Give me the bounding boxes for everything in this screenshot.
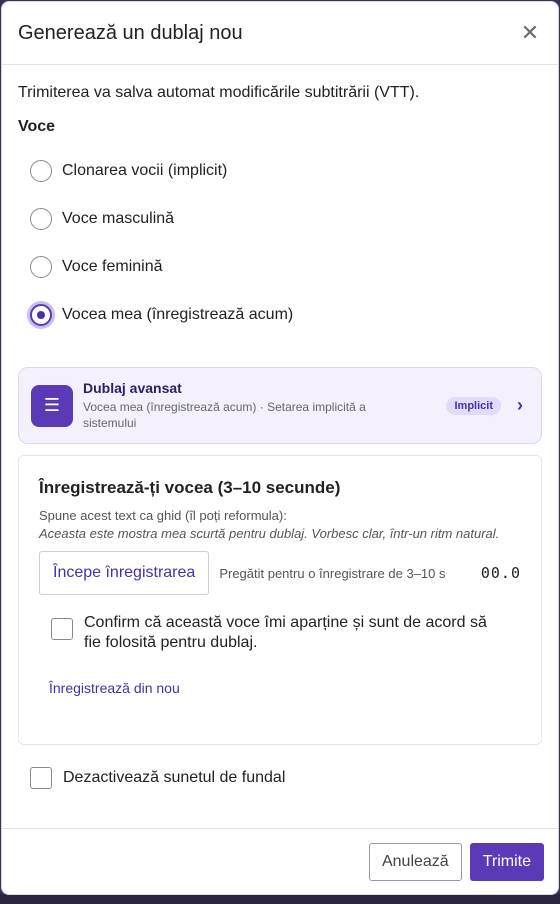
submit-button[interactable]: Trimite (469, 842, 544, 881)
cancel-button[interactable]: Anulează (368, 842, 462, 881)
dialog-footer: Anulează Trimite (2, 828, 558, 894)
consent-checkbox[interactable] (51, 618, 73, 640)
radio-label: Voce feminină (62, 258, 163, 275)
disable-background-checkbox[interactable] (30, 767, 52, 789)
guide-text: Aceasta este mostra mea scurtă pentru du… (39, 526, 500, 541)
consent-label: Confirm că această voce îmi aparține și … (84, 614, 487, 651)
voice-option-clone[interactable]: Clonarea vocii (implicit) (18, 147, 542, 195)
recording-timer: 00.0 (480, 564, 521, 582)
close-icon[interactable]: ✕ (518, 21, 542, 45)
record-voice-panel: Înregistrează-ți vocea (3–10 secunde) Sp… (18, 455, 542, 745)
record-title: Înregistrează-ți vocea (3–10 secunde) (39, 478, 341, 497)
consent-row: Confirm că această voce îmi aparține și … (39, 613, 521, 653)
info-text: Trimiterea va salva automat modificările… (18, 84, 420, 101)
radio-label: Clonarea vocii (implicit) (62, 162, 228, 179)
dialog-body: Trimiterea va salva automat modificările… (2, 84, 558, 789)
voice-heading: Voce (18, 118, 56, 135)
voice-option-female[interactable]: Voce feminină (18, 243, 542, 291)
radio-button-selected[interactable] (30, 304, 52, 326)
start-recording-button[interactable]: Începe înregistrarea (39, 551, 210, 595)
chevron-right-icon: › (517, 395, 523, 415)
generate-dub-dialog: Generează un dublaj nou ✕ Trimiterea va … (1, 1, 559, 895)
radio-button[interactable] (30, 208, 52, 230)
voice-radio-group: Clonarea vocii (implicit) Voce masculină… (18, 147, 542, 339)
dialog-header: Generează un dublaj nou ✕ (2, 2, 558, 65)
advanced-title: Dublaj avansat (83, 380, 182, 396)
dialog-title: Generează un dublaj nou (18, 21, 243, 44)
default-badge: Implicit (446, 396, 501, 415)
disable-background-row: Dezactivează sunetul de fundal (18, 767, 542, 789)
voice-option-my-voice[interactable]: Vocea mea (înregistrează acum) (18, 291, 542, 339)
rerecord-link[interactable]: Înregistrează din nou (49, 680, 180, 696)
radio-button[interactable] (30, 160, 52, 182)
advanced-text: Dublaj avansat Vocea mea (înregistrează … (83, 380, 446, 431)
guide-label: Spune acest text ca ghid (îl poți reform… (39, 508, 287, 523)
background-page (0, 894, 560, 904)
list-icon: ☰ (31, 384, 73, 427)
voice-option-male[interactable]: Voce masculină (18, 195, 542, 243)
advanced-dub-card[interactable]: ☰ Dublaj avansat Vocea mea (înregistreaz… (18, 367, 542, 444)
radio-label: Vocea mea (înregistrează acum) (62, 306, 294, 323)
disable-background-label: Dezactivează sunetul de fundal (63, 769, 286, 786)
recording-status: Pregătit pentru o înregistrare de 3–10 s (219, 565, 446, 581)
radio-button[interactable] (30, 256, 52, 278)
record-controls: Începe înregistrarea Pregătit pentru o î… (39, 551, 521, 595)
radio-label: Voce masculină (62, 210, 175, 227)
advanced-subtitle: Vocea mea (înregistrează acum) · Setarea… (83, 400, 366, 430)
